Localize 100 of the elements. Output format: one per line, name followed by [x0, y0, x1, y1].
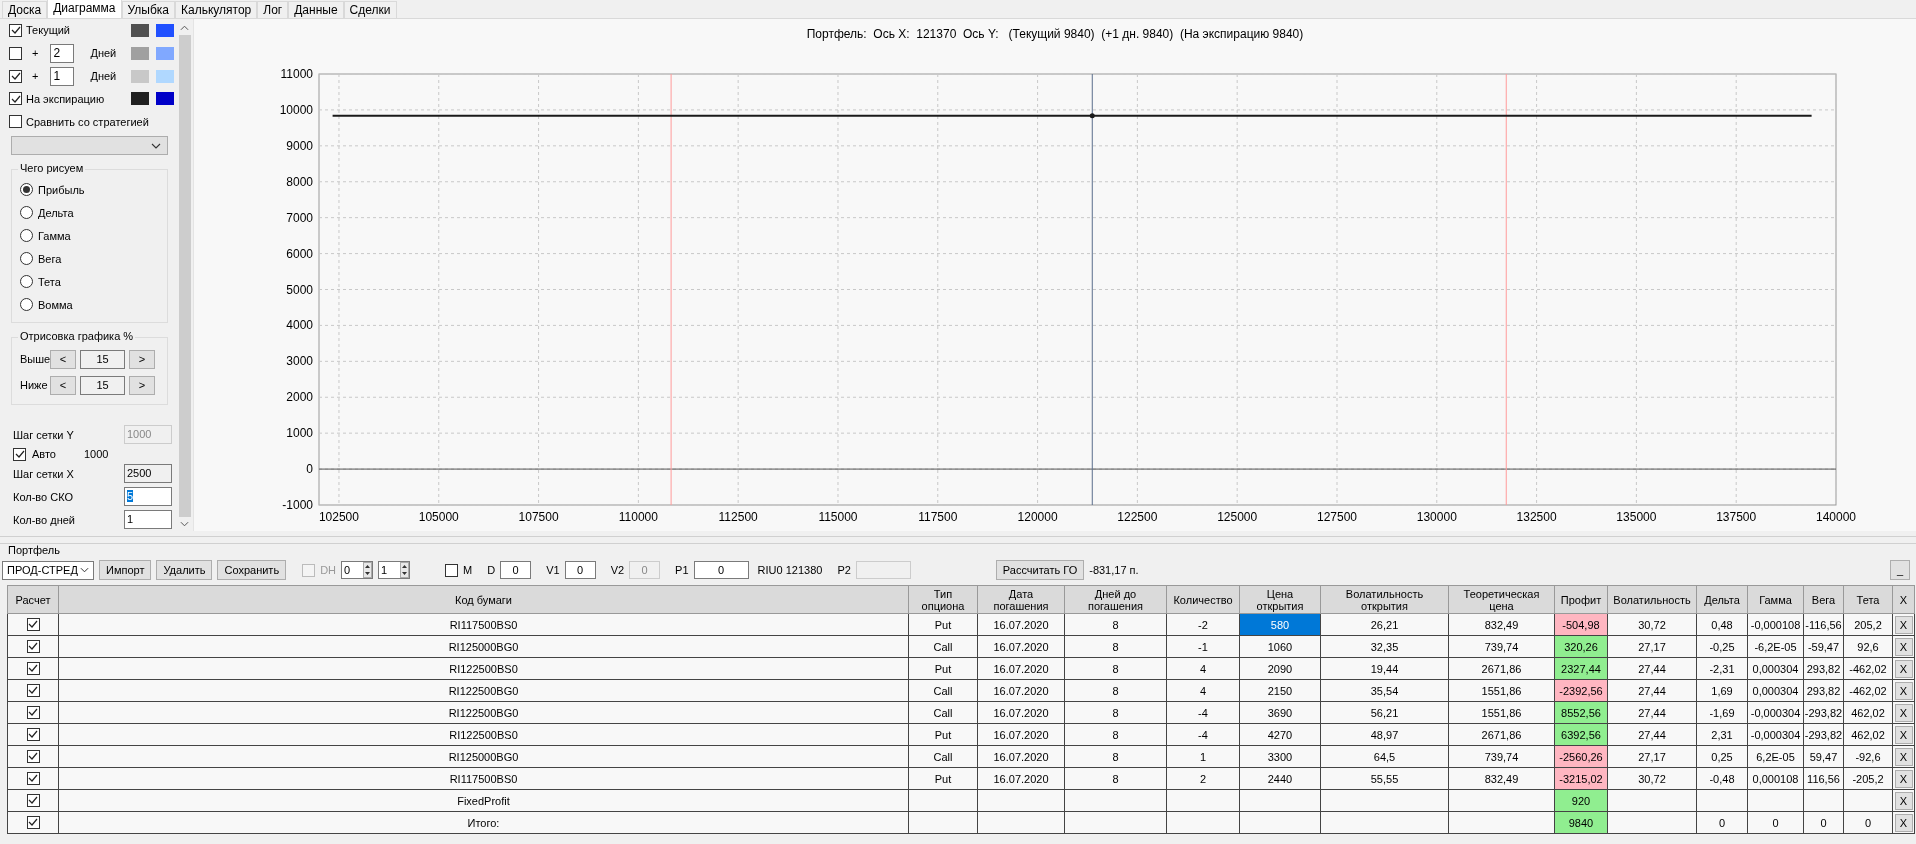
number-spinner[interactable]: 1: [378, 561, 411, 579]
checkbox-label: DH: [320, 564, 337, 576]
column-header[interactable]: Дельта: [1696, 585, 1748, 614]
remove-button[interactable]: X: [1894, 725, 1913, 744]
days-field[interactable]: 2: [50, 43, 75, 63]
checkbox[interactable]: [26, 661, 40, 675]
decrease-button[interactable]: <: [50, 375, 76, 395]
days-label: Дней: [90, 47, 117, 60]
number-spinner[interactable]: 0: [341, 561, 374, 579]
input-field[interactable]: 0: [564, 561, 596, 579]
field-label: V1: [546, 564, 560, 576]
color-swatch[interactable]: [156, 46, 174, 60]
decrease-button[interactable]: <: [50, 349, 76, 369]
tab[interactable]: Данные: [288, 1, 344, 18]
radio-button[interactable]: [20, 298, 33, 311]
checkbox[interactable]: [26, 793, 40, 807]
remove-button[interactable]: X: [1894, 747, 1913, 766]
sko-field[interactable]: 5: [124, 487, 172, 506]
minimize-button[interactable]: _: [1890, 560, 1910, 580]
spin-arrows-icon: [363, 562, 373, 578]
remove-button[interactable]: X: [1894, 769, 1913, 788]
axis-label: 6000: [286, 246, 313, 261]
column-header[interactable]: Гамма: [1747, 585, 1804, 614]
column-header[interactable]: Дней до погашения: [1064, 585, 1167, 614]
tab[interactable]: Сделки: [343, 1, 397, 18]
color-swatch[interactable]: [131, 46, 149, 60]
toolbar-button[interactable]: Импорт: [99, 560, 152, 580]
radio-button[interactable]: [20, 275, 33, 288]
checkbox[interactable]: [9, 115, 22, 129]
increase-button[interactable]: >: [129, 375, 155, 395]
column-header[interactable]: Волатильность открытия: [1320, 585, 1449, 614]
checkbox[interactable]: [26, 705, 40, 719]
color-swatch[interactable]: [131, 23, 149, 37]
checkbox-label: M: [463, 564, 473, 576]
axis-label: 127500: [1316, 510, 1357, 524]
remove-button[interactable]: X: [1894, 703, 1913, 722]
color-swatch[interactable]: [131, 69, 149, 83]
input-field[interactable]: 0: [693, 561, 749, 579]
radio-button[interactable]: [20, 229, 33, 242]
grid-x-field[interactable]: 2500: [124, 464, 172, 483]
color-swatch[interactable]: [156, 92, 174, 106]
axis-label: 112500: [718, 510, 758, 524]
days-count-field[interactable]: 1: [124, 510, 172, 529]
radio-button[interactable]: [20, 252, 33, 265]
tab[interactable]: Калькулятор: [175, 1, 258, 18]
color-swatch[interactable]: [156, 69, 174, 83]
column-header[interactable]: Теоретическая цена: [1448, 585, 1555, 614]
checkbox[interactable]: [9, 46, 22, 60]
percent-field[interactable]: 15: [80, 349, 125, 369]
tab[interactable]: Доска: [2, 1, 48, 18]
radio-button[interactable]: [20, 183, 33, 196]
axis-label: 102500: [318, 510, 359, 524]
remove-button[interactable]: X: [1894, 659, 1913, 678]
tab[interactable]: Улыбка: [121, 1, 176, 18]
axis-label: 107500: [518, 510, 559, 524]
column-header[interactable]: Тета: [1843, 585, 1893, 614]
color-swatch[interactable]: [156, 23, 174, 37]
checkbox[interactable]: [13, 447, 26, 461]
checkbox[interactable]: [26, 683, 40, 697]
column-header[interactable]: Профит: [1554, 585, 1608, 614]
radio-button[interactable]: [20, 206, 33, 219]
calculate-button[interactable]: Рассчитать ГО: [995, 560, 1085, 580]
column-header[interactable]: Вега: [1803, 585, 1844, 614]
checkbox[interactable]: [26, 815, 40, 829]
increase-button[interactable]: >: [129, 349, 155, 369]
input-field[interactable]: 0: [500, 561, 532, 579]
checkbox[interactable]: [9, 69, 22, 83]
tab[interactable]: Лог: [257, 1, 289, 18]
toolbar-button[interactable]: Удалить: [156, 560, 213, 580]
checkbox[interactable]: [26, 617, 40, 631]
color-swatch[interactable]: [131, 92, 149, 106]
radio-label: Вомма: [38, 298, 73, 311]
days-field[interactable]: 1: [50, 66, 75, 86]
remove-button[interactable]: X: [1894, 681, 1913, 700]
checkbox[interactable]: [26, 639, 40, 653]
checkbox[interactable]: [445, 563, 459, 577]
toolbar-button[interactable]: Сохранить: [217, 560, 287, 580]
table-cell: RI117500BS0: [58, 613, 909, 636]
plus-label: +: [32, 47, 39, 60]
column-header[interactable]: Тип опциона: [908, 585, 978, 614]
checkbox[interactable]: [26, 771, 40, 785]
percent-field[interactable]: 15: [80, 375, 125, 395]
tab[interactable]: Диаграмма: [47, 0, 122, 18]
column-header[interactable]: Количество: [1166, 585, 1240, 614]
column-header[interactable]: Дата погашения: [977, 585, 1065, 614]
remove-button[interactable]: X: [1894, 615, 1913, 634]
checkbox[interactable]: [26, 727, 40, 741]
column-header[interactable]: X: [1892, 585, 1915, 614]
checkbox[interactable]: [26, 749, 40, 763]
remove-button[interactable]: X: [1894, 813, 1913, 832]
checkbox[interactable]: [9, 92, 22, 106]
checkbox[interactable]: [9, 23, 22, 37]
group-title: Портфель: [7, 544, 61, 558]
strategy-dropdown[interactable]: ПРОД-СТРЕД: [2, 560, 94, 580]
column-header[interactable]: Цена открытия: [1239, 585, 1321, 614]
column-header[interactable]: Волатильность: [1607, 585, 1697, 614]
remove-button[interactable]: X: [1894, 637, 1913, 656]
column-header[interactable]: Расчет: [7, 585, 59, 614]
remove-button[interactable]: X: [1894, 791, 1913, 810]
column-header[interactable]: Код бумаги: [58, 585, 909, 614]
